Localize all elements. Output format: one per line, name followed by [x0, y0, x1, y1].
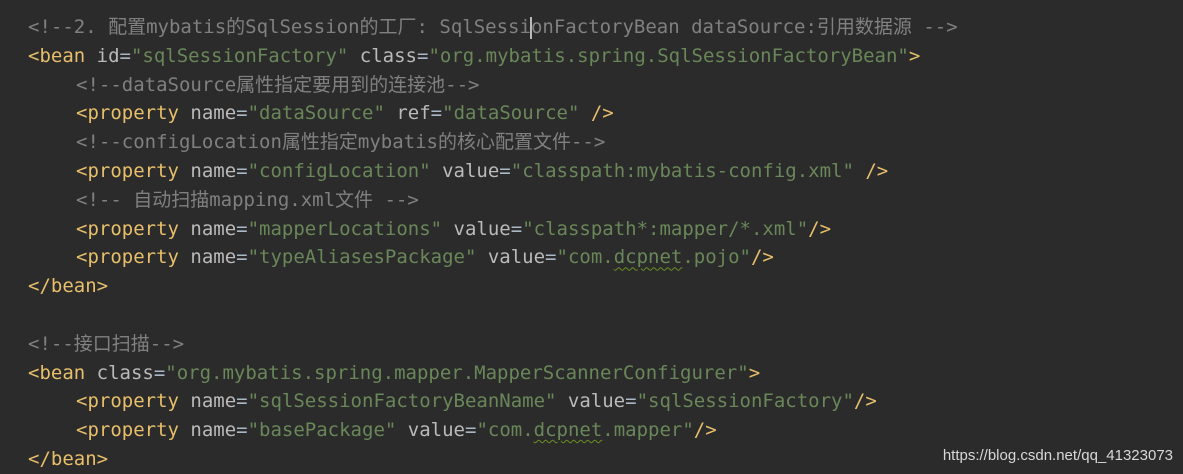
tag-close: />	[853, 159, 889, 182]
tag-close: />	[579, 102, 614, 125]
equals-sign: =	[510, 217, 523, 240]
attr-value: "classpath:mybatis-config.xml"	[510, 159, 854, 182]
comment-text-cont: onFactoryBean dataSource:引用数据源 -->	[530, 16, 958, 38]
attr-name: name	[190, 102, 237, 125]
equals-sign: =	[625, 390, 637, 413]
tag-open: <property	[76, 390, 191, 413]
tag-close: >	[748, 361, 761, 384]
equals-sign: =	[236, 419, 248, 442]
attr-name: class	[96, 361, 154, 384]
equals-sign: =	[236, 102, 248, 125]
code-line-6[interactable]: <property name="configLocation" value="c…	[0, 157, 1183, 186]
tag-close: />	[808, 217, 832, 240]
tag-open: <property	[76, 246, 191, 269]
comment-text: <!-- 自动扫描mapping.xml文件 -->	[76, 188, 419, 211]
code-line-7[interactable]: <!-- 自动扫描mapping.xml文件 -->	[0, 186, 1183, 215]
equals-sign: =	[236, 246, 248, 269]
attr-value-start: "com.	[476, 419, 534, 442]
comment-text: <!--接口扫描-->	[28, 332, 185, 355]
attr-name: id	[96, 44, 120, 67]
attr-value: "org.mybatis.spring.mapper.MapperScanner…	[165, 361, 749, 384]
attr-value: "mapperLocations"	[247, 217, 443, 240]
spellcheck-word: dcpnet	[613, 246, 683, 269]
spellcheck-word: dcpnet	[533, 419, 603, 442]
equals-sign: =	[464, 419, 477, 442]
attr-value: "configLocation"	[247, 159, 431, 182]
code-line-11[interactable]	[0, 301, 1183, 330]
equals-sign: =	[119, 44, 131, 67]
tag-close: />	[750, 246, 774, 269]
tag-open: <property	[76, 159, 191, 182]
equals-sign: =	[499, 159, 511, 182]
equals-sign: =	[153, 361, 166, 384]
code-line-1[interactable]: <!--2. 配置mybatis的SqlSession的工厂: SqlSessi…	[0, 13, 1183, 42]
code-line-4[interactable]: <property name="dataSource" ref="dataSou…	[0, 99, 1183, 128]
comment-text: <!--dataSource属性指定要用到的连接池-->	[76, 73, 480, 96]
code-line-2[interactable]: <bean id="sqlSessionFactory" class="org.…	[0, 42, 1183, 71]
attr-name: class	[359, 44, 417, 67]
attr-name: name	[190, 246, 237, 269]
code-editor[interactable]: <!--2. 配置mybatis的SqlSession的工厂: SqlSessi…	[0, 0, 1183, 474]
comment-text: <!--2. 配置mybatis的SqlSession的工厂: SqlSessi	[28, 16, 531, 38]
equals-sign: =	[545, 246, 557, 269]
tag-open: <property	[76, 419, 191, 442]
attr-value: "dataSource"	[247, 102, 385, 125]
code-line-3[interactable]: <!--dataSource属性指定要用到的连接池-->	[0, 71, 1183, 100]
code-line-15[interactable]: <property name="basePackage" value="com.…	[0, 416, 1183, 445]
equals-sign: =	[236, 159, 248, 182]
tag-close: </bean>	[28, 275, 109, 298]
equals-sign: =	[236, 390, 248, 413]
code-line-14[interactable]: <property name="sqlSessionFactoryBeanNam…	[0, 387, 1183, 416]
attr-name: value	[407, 419, 465, 442]
tag-open: <bean	[28, 361, 97, 384]
code-line-10[interactable]: </bean>	[0, 272, 1183, 301]
code-line-8[interactable]: <property name="mapperLocations" value="…	[0, 215, 1183, 244]
tag-close: />	[693, 419, 717, 442]
attr-value: "typeAliasesPackage"	[247, 246, 477, 269]
attr-name: name	[190, 419, 237, 442]
code-line-9[interactable]: <property name="typeAliasesPackage" valu…	[0, 243, 1183, 272]
attr-name: ref	[396, 102, 431, 125]
equals-sign: =	[236, 217, 248, 240]
attr-name: value	[567, 390, 626, 413]
attr-value-start: "com.	[556, 246, 614, 269]
code-line-13[interactable]: <bean class="org.mybatis.spring.mapper.M…	[0, 359, 1183, 388]
tag-open: <property	[76, 102, 191, 125]
attr-value-end: .pojo"	[682, 246, 751, 269]
code-line-12[interactable]: <!--接口扫描-->	[0, 330, 1183, 359]
attr-value: "sqlSessionFactory"	[130, 44, 349, 67]
attr-name: name	[190, 217, 237, 240]
attr-name: name	[190, 159, 237, 182]
attr-value: "dataSource"	[442, 102, 580, 125]
equals-sign: =	[430, 102, 443, 125]
equals-sign: =	[416, 44, 429, 67]
attr-value: "sqlSessionFactoryBeanName"	[247, 390, 557, 413]
tag-open: <property	[76, 217, 191, 240]
attr-value: "org.mybatis.spring.SqlSessionFactoryBea…	[428, 44, 909, 67]
attr-name: name	[190, 390, 237, 413]
tag-close: </bean>	[28, 447, 109, 470]
attr-value: "basePackage"	[247, 419, 397, 442]
attr-name: value	[453, 217, 511, 240]
attr-name: value	[487, 246, 546, 269]
tag-close: >	[908, 44, 921, 67]
watermark-text: https://blog.csdn.net/qq_41323073	[942, 447, 1173, 464]
tag-close: />	[853, 390, 877, 413]
attr-value: "sqlSessionFactory"	[636, 390, 854, 413]
comment-text: <!--configLocation属性指定mybatis的核心配置文件-->	[76, 131, 606, 154]
attr-value: "classpath*:mapper/*.xml"	[522, 217, 809, 240]
code-line-5[interactable]: <!--configLocation属性指定mybatis的核心配置文件-->	[0, 128, 1183, 157]
attr-value-end: .mapper"	[602, 419, 694, 442]
attr-name: value	[442, 159, 500, 182]
tag-open: <bean	[28, 44, 97, 67]
